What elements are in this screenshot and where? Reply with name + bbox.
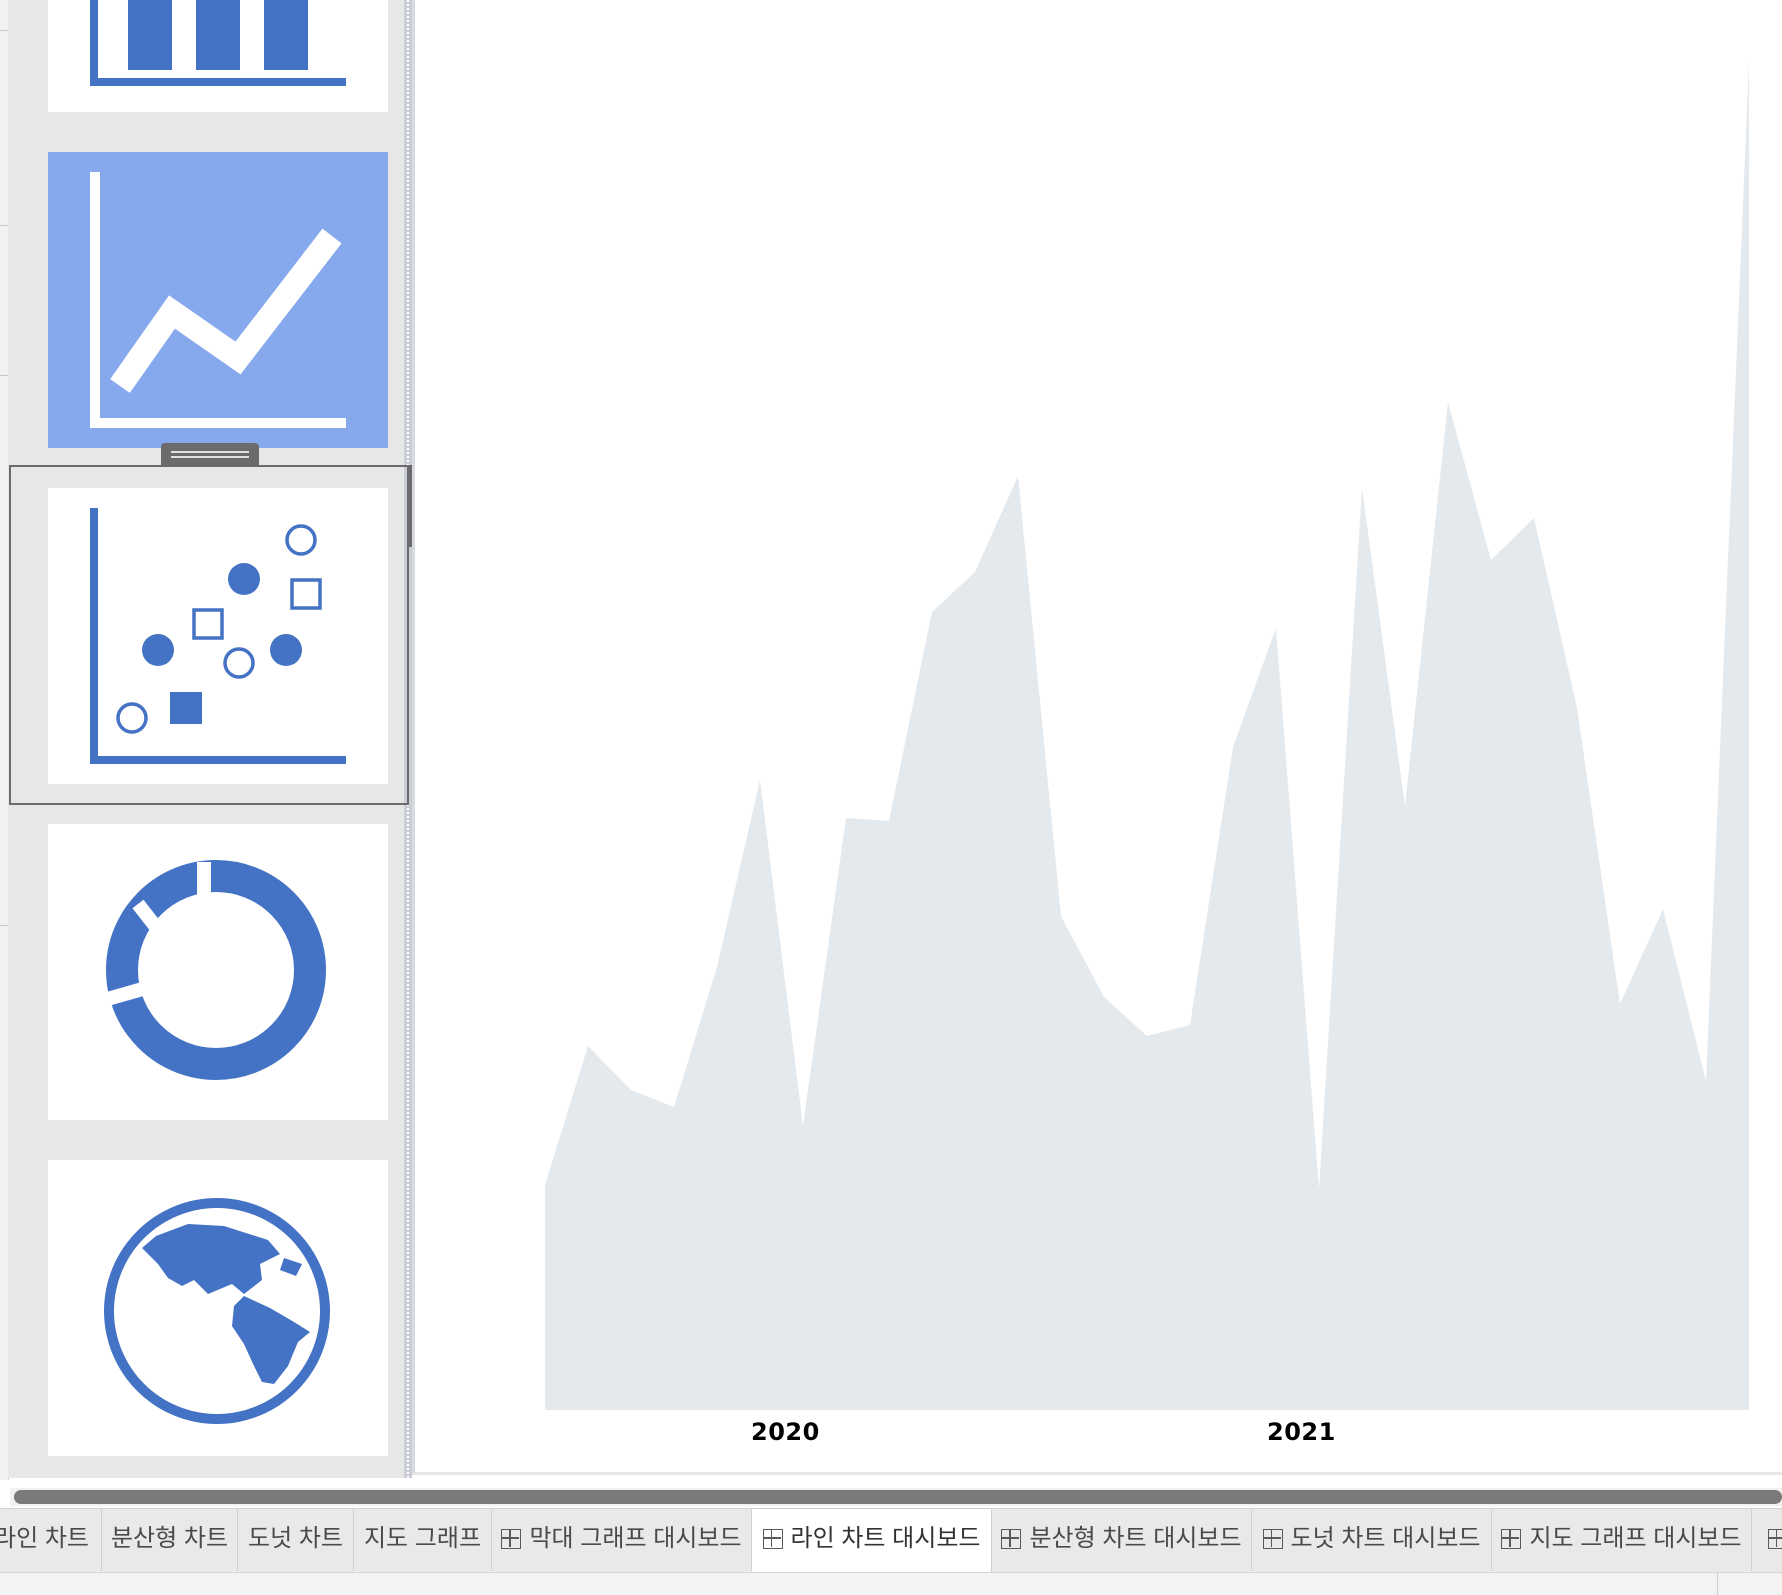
scrollbar-thumb[interactable] [14, 1490, 1782, 1504]
grid-icon [1263, 1529, 1283, 1549]
drag-handle[interactable] [161, 443, 259, 465]
tab-map-dashboard[interactable]: 지도 그래프 대시보드 [1492, 1509, 1752, 1571]
tab-scatter-dashboard[interactable]: 분산형 차트 대시보드 [992, 1509, 1252, 1571]
thumb-map-chart[interactable] [48, 1160, 388, 1456]
grid-icon [1501, 1529, 1521, 1549]
thumb-line-chart[interactable] [48, 152, 388, 448]
x-tick-label-0: 2020 [751, 1418, 820, 1446]
sheet-tab-bar: 라인 차트 분산형 차트 도넛 차트 지도 그래프 막대 그래프 대시보드 라인… [0, 1508, 1782, 1573]
tab-donut-chart[interactable]: 도넛 차트 [238, 1509, 354, 1571]
area-chart [415, 0, 1782, 1472]
tab-line-dashboard[interactable]: 라인 차트 대시보드 [752, 1509, 992, 1573]
globe-map-icon [48, 1160, 388, 1456]
tab-map-graph[interactable]: 지도 그래프 [354, 1509, 492, 1571]
tab-donut-dashboard[interactable]: 도넛 차트 대시보드 [1252, 1509, 1492, 1571]
area-series [545, 62, 1749, 1410]
grid-icon [501, 1529, 521, 1549]
line-chart-icon [48, 152, 388, 448]
grid-icon [1001, 1529, 1021, 1549]
thumb-focus-frame [9, 465, 409, 805]
bar-chart-icon [48, 0, 388, 112]
status-bar [0, 1572, 1782, 1595]
tab-scatter-chart[interactable]: 분산형 차트 [102, 1509, 238, 1571]
thumb-donut-chart[interactable] [48, 824, 388, 1120]
donut-chart-icon [48, 824, 388, 1120]
x-tick-label-1: 2021 [1267, 1418, 1336, 1446]
thumb-bar-chart[interactable] [48, 0, 388, 112]
grid-icon [763, 1529, 783, 1549]
tab-next-partial[interactable] [1752, 1509, 1782, 1571]
tab-line-chart[interactable]: 라인 차트 [0, 1509, 102, 1571]
tab-bar-dashboard[interactable]: 막대 그래프 대시보드 [492, 1509, 752, 1571]
grid-icon [1768, 1529, 1782, 1549]
horizontal-scrollbar[interactable] [10, 1488, 1782, 1506]
chart-canvas[interactable]: 2020 2021 2 [412, 0, 1782, 1475]
